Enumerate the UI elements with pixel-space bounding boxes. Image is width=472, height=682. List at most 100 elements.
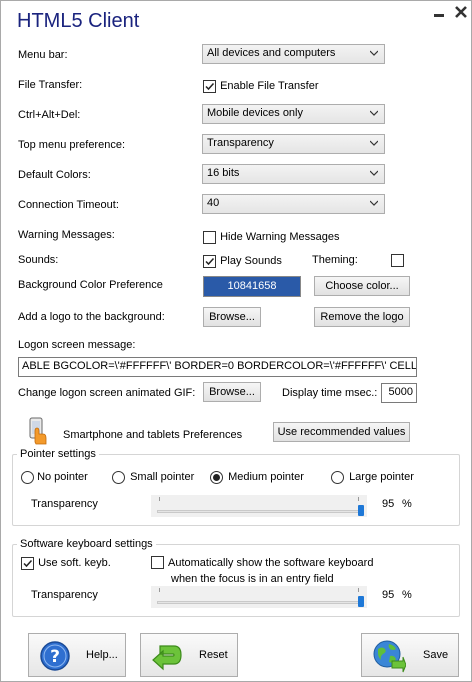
keyboard-transparency-slider[interactable] — [151, 586, 367, 608]
sounds-label: Sounds: — [18, 254, 59, 266]
chevron-down-icon — [370, 200, 378, 206]
help-button-label: Help... — [86, 649, 118, 661]
auto-show-keyboard-label-line1: Automatically show the software keyboard — [168, 557, 374, 569]
choose-color-button[interactable]: Choose color... — [314, 276, 410, 296]
use-soft-keyboard-checkbox[interactable]: Use soft. keyb. — [21, 556, 111, 570]
radio-no-pointer-label: No pointer — [37, 471, 88, 483]
logo-browse-button[interactable]: Browse... — [203, 307, 261, 327]
close-icon[interactable] — [454, 5, 468, 21]
top-menu-select[interactable]: Transparency — [202, 134, 385, 154]
radio-unselected-icon — [331, 470, 344, 484]
smartphone-preferences-label: Smartphone and tablets Preferences — [63, 429, 243, 441]
file-transfer-label: File Transfer: — [18, 79, 83, 91]
radio-large-pointer-label: Large pointer — [349, 471, 414, 483]
checkbox-checked-icon — [203, 79, 216, 93]
default-colors-select[interactable]: 16 bits — [202, 164, 385, 184]
pointer-transparency-label: Transparency — [31, 498, 98, 510]
slider-tick-icon — [358, 588, 359, 592]
help-button[interactable]: ? Help... — [28, 633, 126, 677]
ctrl-alt-del-label: Ctrl+Alt+Del: — [18, 109, 81, 121]
radio-no-pointer[interactable]: No pointer — [21, 470, 88, 484]
save-globe-icon — [373, 640, 406, 673]
software-keyboard-title: Software keyboard settings — [17, 538, 156, 550]
chevron-down-icon — [370, 50, 378, 56]
display-time-value: 5000 — [388, 386, 413, 398]
smartphone-touch-icon — [26, 416, 48, 449]
animated-gif-label: Change logon screen animated GIF: — [18, 387, 196, 399]
radio-large-pointer[interactable]: Large pointer — [331, 470, 414, 484]
menu-bar-value: All devices and computers — [207, 47, 336, 59]
pointer-transparency-slider[interactable] — [151, 495, 367, 517]
keyboard-transparency-label: Transparency — [31, 589, 98, 601]
checkbox-unchecked-icon — [391, 254, 404, 267]
checkbox-checked-icon — [21, 556, 34, 570]
play-sounds-checkbox[interactable]: Play Sounds — [203, 254, 282, 268]
warning-messages-label: Warning Messages: — [18, 229, 115, 241]
chevron-down-icon — [370, 170, 378, 176]
slider-thumb[interactable] — [358, 596, 364, 607]
top-menu-value: Transparency — [207, 137, 274, 149]
use-soft-keyboard-label: Use soft. keyb. — [38, 557, 111, 569]
save-button[interactable]: Save — [361, 633, 459, 677]
connection-timeout-select[interactable]: 40 — [202, 194, 385, 214]
play-sounds-label: Play Sounds — [220, 255, 282, 267]
ctrl-alt-del-select[interactable]: Mobile devices only — [202, 104, 385, 124]
theming-checkbox[interactable] — [391, 254, 404, 267]
display-time-label: Display time msec.: — [282, 387, 378, 399]
auto-show-keyboard-label-line2: when the focus is in an entry field — [171, 573, 334, 585]
radio-small-pointer[interactable]: Small pointer — [112, 470, 194, 484]
pointer-transparency-unit: % — [402, 498, 412, 510]
default-colors-value: 16 bits — [207, 167, 240, 179]
connection-timeout-label: Connection Timeout: — [18, 199, 119, 211]
menu-bar-select[interactable]: All devices and computers — [202, 44, 385, 64]
slider-tick-icon — [159, 497, 160, 501]
hide-warning-messages-checkbox[interactable]: Hide Warning Messages — [203, 230, 339, 244]
checkbox-checked-icon — [203, 254, 216, 268]
checkbox-unchecked-icon — [151, 556, 164, 569]
chevron-down-icon — [370, 140, 378, 146]
reset-button[interactable]: Reset — [140, 633, 238, 677]
background-color-swatch: 10841658 — [203, 276, 301, 297]
logo-label: Add a logo to the background: — [18, 311, 165, 323]
enable-file-transfer-checkbox[interactable]: Enable File Transfer — [203, 79, 319, 93]
background-color-label: Background Color Preference — [18, 279, 163, 291]
enable-file-transfer-label: Enable File Transfer — [220, 80, 319, 92]
slider-track — [157, 601, 361, 604]
window-title: HTML5 Client — [17, 10, 140, 32]
slider-track — [157, 510, 361, 513]
default-colors-label: Default Colors: — [18, 169, 91, 181]
keyboard-transparency-unit: % — [402, 589, 412, 601]
remove-logo-button[interactable]: Remove the logo — [314, 307, 410, 327]
logon-message-label: Logon screen message: — [18, 339, 136, 351]
radio-small-pointer-label: Small pointer — [130, 471, 195, 483]
keyboard-transparency-value: 95 — [382, 589, 395, 601]
display-time-input[interactable]: 5000 — [381, 383, 417, 403]
pointer-transparency-value: 95 — [382, 498, 395, 510]
radio-unselected-icon — [112, 470, 125, 484]
connection-timeout-value: 40 — [207, 197, 220, 209]
settings-window: HTML5 Client Menu bar: All devices and c… — [0, 0, 472, 682]
radio-selected-icon — [210, 470, 223, 484]
save-button-label: Save — [423, 649, 449, 661]
minimize-icon[interactable] — [433, 7, 445, 21]
background-color-value: 10841658 — [227, 280, 277, 292]
use-recommended-values-button[interactable]: Use recommended values — [273, 422, 410, 442]
logon-message-input[interactable]: ABLE BGCOLOR=\'#FFFFFF\' BORDER=0 BORDER… — [18, 357, 417, 377]
logon-message-value: ABLE BGCOLOR=\'#FFFFFF\' BORDER=0 BORDER… — [22, 360, 417, 372]
slider-tick-icon — [159, 588, 160, 592]
slider-thumb[interactable] — [358, 505, 364, 516]
radio-medium-pointer[interactable]: Medium pointer — [210, 470, 304, 484]
hide-warning-messages-label: Hide Warning Messages — [220, 231, 340, 243]
radio-medium-pointer-label: Medium pointer — [228, 471, 304, 483]
pointer-settings-title: Pointer settings — [17, 448, 99, 460]
chevron-down-icon — [370, 110, 378, 116]
auto-show-keyboard-checkbox[interactable] — [151, 556, 164, 569]
animated-gif-browse-button[interactable]: Browse... — [203, 382, 261, 402]
slider-tick-icon — [358, 497, 359, 501]
top-menu-label: Top menu preference: — [18, 139, 126, 151]
svg-text:?: ? — [50, 647, 60, 667]
help-icon: ? — [40, 641, 70, 671]
ctrl-alt-del-value: Mobile devices only — [207, 107, 303, 119]
reset-button-label: Reset — [199, 649, 228, 661]
menu-bar-label: Menu bar: — [18, 49, 68, 61]
